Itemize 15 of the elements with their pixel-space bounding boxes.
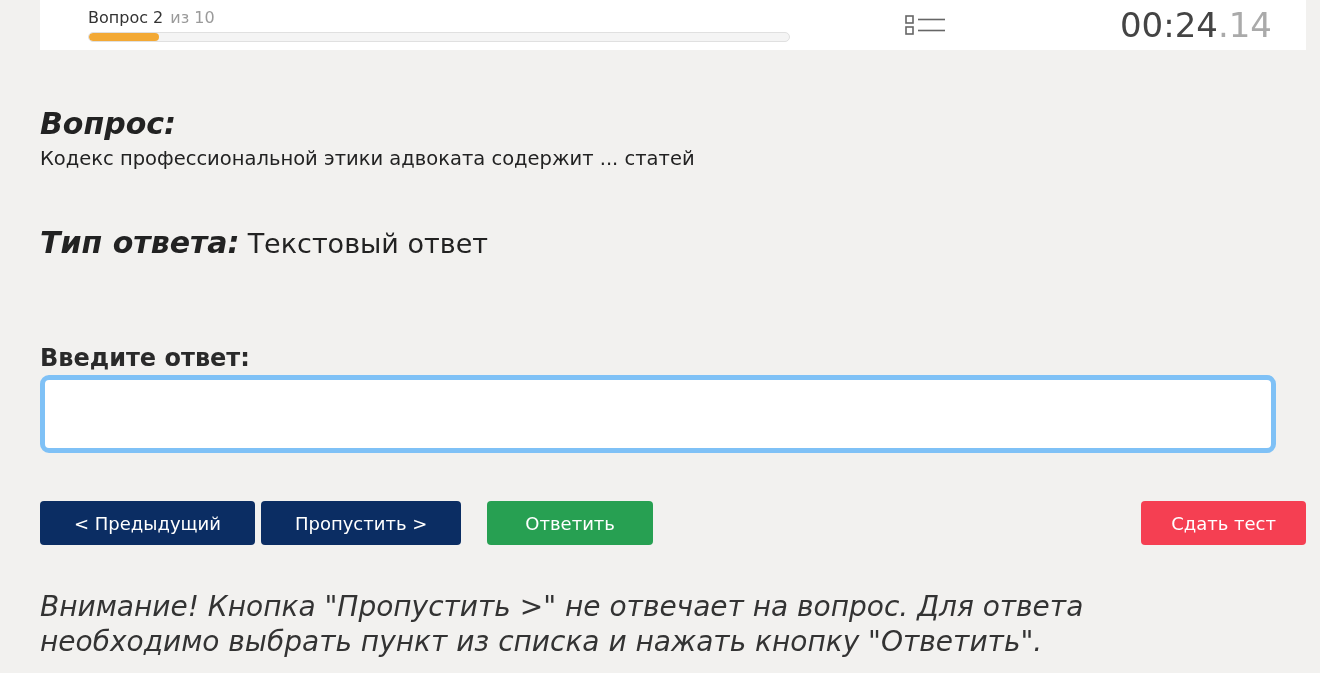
timer-text: 00:24 (1119, 5, 1218, 45)
skip-button[interactable]: Пропустить > (260, 501, 462, 545)
answer-field[interactable] (40, 375, 1276, 453)
answer-type-value: Текстовый ответ (247, 227, 488, 261)
question-label: Вопрос: (40, 106, 177, 142)
question-counter: Вопрос 2 (88, 8, 164, 28)
submit-test-button[interactable]: Сдать тест (1141, 501, 1306, 545)
question-text: Кодекс профессиональной этики адвоката содержит ... статей (40, 146, 695, 172)
question-total: из 10 (170, 8, 215, 28)
answer-label: Введите ответ: (40, 343, 250, 373)
timer-fraction: .14 (1217, 5, 1272, 45)
list-icon[interactable] (905, 15, 945, 35)
notice-text: Внимание! Кнопка "Пропустить >" не отвечает на вопрос. Для ответа необходимо выбрать пункт из списка и нажать кнопку "Ответить". (40, 589, 1085, 659)
answer-type-label: Тип ответа: (40, 224, 240, 262)
previous-button[interactable]: < Предыдущий (40, 501, 255, 545)
